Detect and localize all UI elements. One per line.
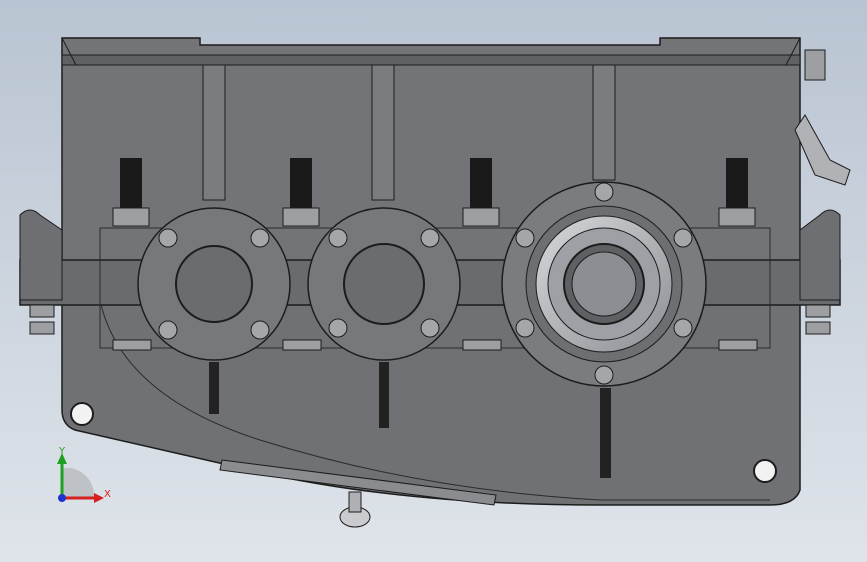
bearing-cap-1 (137, 207, 291, 361)
vent-fitting (794, 49, 851, 186)
mount-hole (70, 402, 94, 426)
top-flange (61, 54, 801, 66)
y-axis-label: Y (58, 446, 66, 457)
rib (371, 64, 395, 201)
output-bearing (501, 181, 707, 387)
mount-hole (753, 459, 777, 483)
drain-rod (600, 388, 611, 478)
x-axis-label: X (104, 489, 111, 500)
left-lug (19, 209, 63, 301)
drain-rod (379, 362, 389, 428)
bearing-cap-2 (307, 207, 461, 361)
right-lug (799, 209, 841, 301)
z-axis-dot (58, 494, 66, 502)
rib (202, 64, 226, 201)
gearbox-model[interactable]: Y X (0, 0, 867, 562)
axis-triad: Y X (57, 446, 111, 503)
rib (592, 64, 616, 181)
cad-viewport[interactable]: Y X (0, 0, 867, 562)
drain-rod (209, 362, 219, 414)
